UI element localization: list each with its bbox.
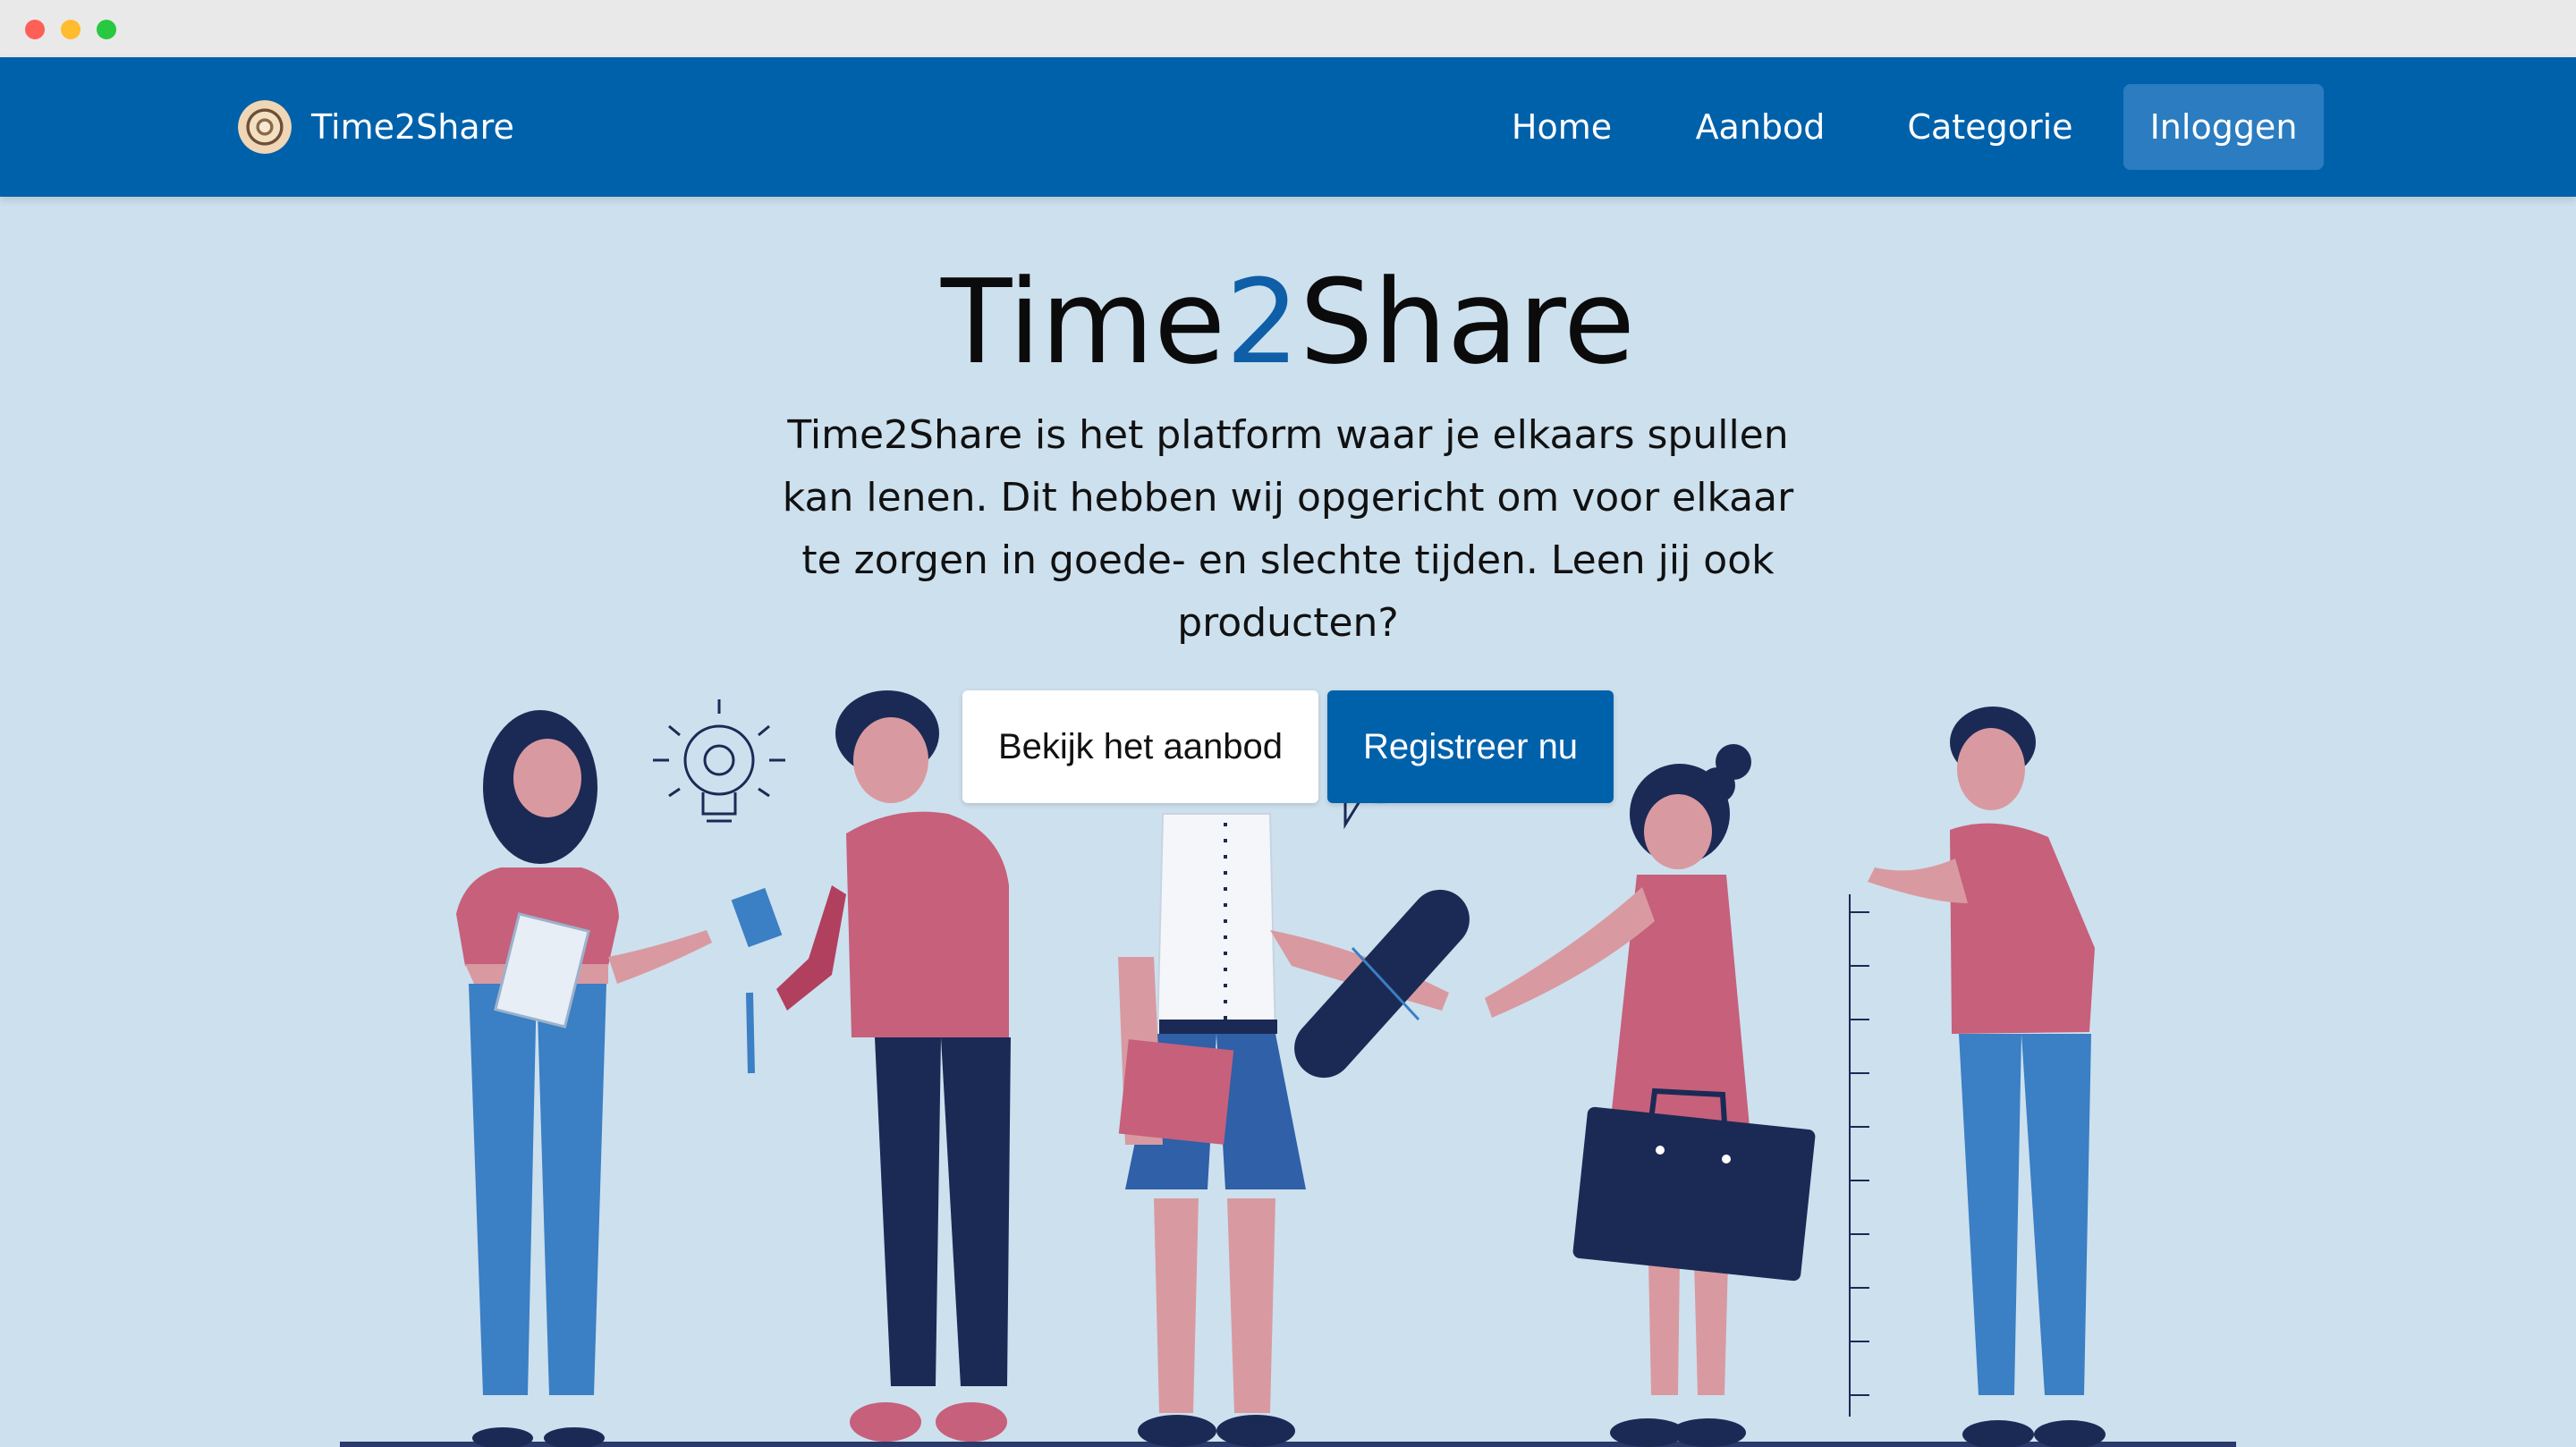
close-window-icon[interactable] — [25, 20, 45, 39]
brand-link[interactable]: Time2Share — [238, 98, 514, 156]
hero-description: Time2Share is het platform waar je elkaa… — [782, 412, 1794, 646]
measuring-ruler — [1849, 894, 1869, 1417]
browser-window-bar — [0, 0, 2576, 58]
nav-aanbod-link[interactable]: Aanbod — [1673, 84, 1848, 170]
hero-title: Time2Share — [0, 250, 2576, 393]
register-button[interactable]: Registreer nu — [1327, 690, 1614, 803]
hero-title-end: Share — [1299, 254, 1636, 390]
ground-line — [340, 1442, 2236, 1447]
spiral-shell-icon — [238, 100, 292, 154]
top-navbar: Time2Share Home Aanbod Categorie Inlogge… — [0, 57, 2576, 197]
hero-title-start: Time — [940, 254, 1226, 390]
nav-home-link[interactable]: Home — [1488, 84, 1635, 170]
person-woman-notepad — [456, 710, 712, 1447]
view-offer-button[interactable]: Bekijk het aanbod — [962, 690, 1318, 803]
login-button[interactable]: Inloggen — [2123, 84, 2324, 170]
hero-title-accent: 2 — [1225, 254, 1300, 390]
nav-categorie-link[interactable]: Categorie — [1887, 84, 2093, 170]
minimize-window-icon[interactable] — [61, 20, 80, 39]
person-woman-briefcase — [1485, 744, 1816, 1447]
brand-name: Time2Share — [311, 107, 514, 147]
maximize-window-icon[interactable] — [97, 20, 116, 39]
person-man-pen — [731, 690, 1011, 1442]
person-man-measuring — [1868, 707, 2106, 1447]
lightbulb-icon — [653, 699, 785, 823]
person-center-book — [1118, 780, 1471, 1447]
